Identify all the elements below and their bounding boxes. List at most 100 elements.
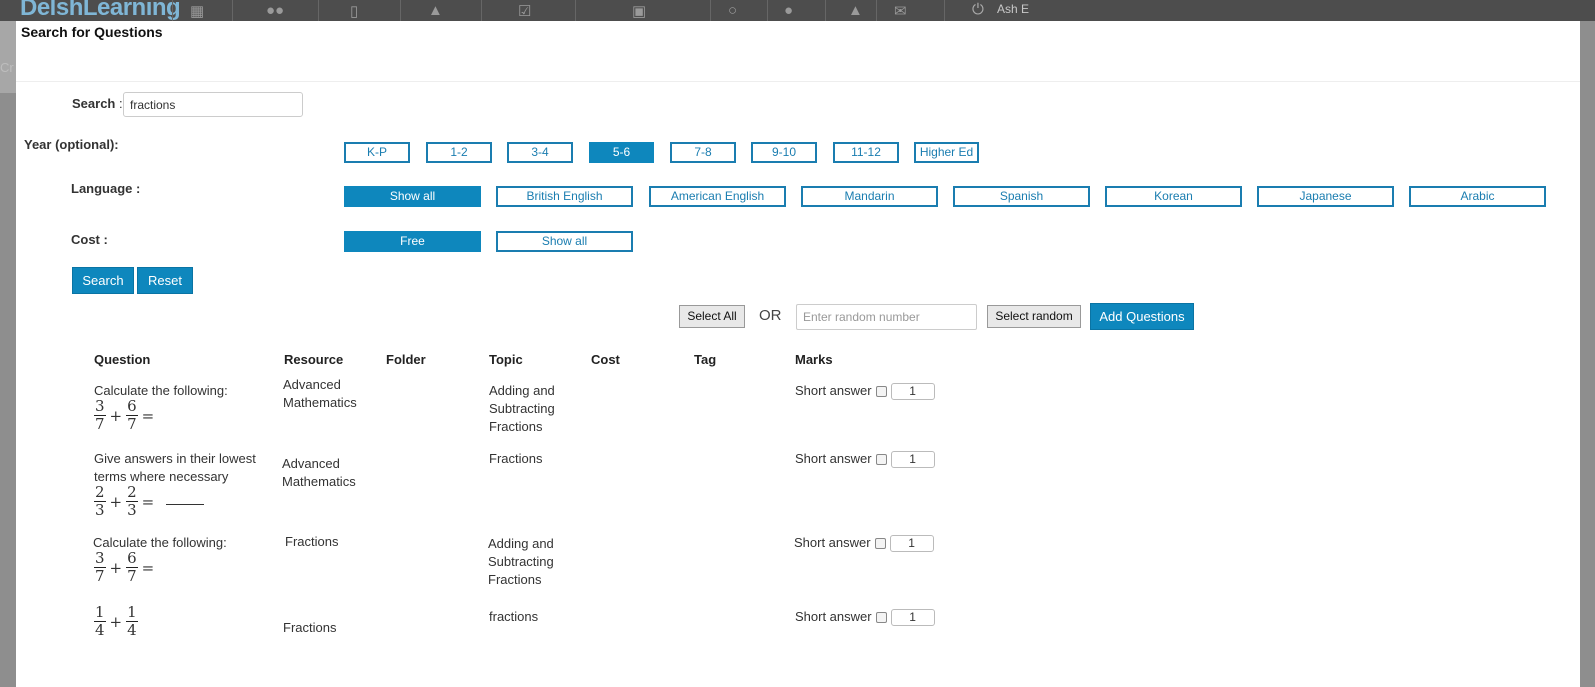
nav-divider (767, 0, 768, 21)
marks-type: Short answer (795, 383, 872, 398)
question-math: 2 3 +2 3 = (94, 483, 205, 519)
language-option-spanish[interactable]: Spanish (953, 186, 1090, 207)
topic-name: Adding and Subtracting Fractions (489, 383, 555, 434)
clipboard-icon[interactable]: ▣ (632, 2, 646, 20)
book-icon[interactable]: ▯ (350, 2, 358, 20)
question-math: 3 7 +6 7 = (94, 397, 155, 433)
graduation-cap-icon[interactable]: ▲ (428, 2, 443, 19)
question-math: 3 7 +6 7 = (94, 549, 155, 585)
marks-cell: Short answer 1 (795, 451, 935, 469)
fraction: 67 (126, 397, 138, 433)
select-all-button[interactable]: Select All (679, 305, 745, 328)
calendar-icon[interactable]: ▦ (190, 2, 204, 20)
modal-title: Search for Questions (21, 24, 163, 40)
language-option-korean[interactable]: Korean (1105, 186, 1242, 207)
header-divider (16, 81, 1580, 82)
column-header-topic: Topic (489, 352, 523, 367)
year-option-3-4[interactable]: 3-4 (507, 142, 573, 163)
column-header-cost: Cost (591, 352, 620, 367)
search-input[interactable] (123, 92, 303, 117)
select-checkbox[interactable] (874, 538, 886, 550)
fraction: 37 (94, 549, 106, 585)
column-header-question: Question (94, 352, 151, 367)
fraction: 23 (94, 483, 106, 519)
year-option-higher-ed[interactable]: Higher Ed (914, 142, 979, 163)
year-option-5-6[interactable]: 5-6 (589, 142, 654, 163)
students-icon[interactable]: ●● (266, 2, 284, 19)
resource-name: Advanced Mathematics (283, 377, 357, 410)
checkbox-icon[interactable]: ☑ (518, 2, 531, 20)
or-separator: OR (759, 307, 782, 324)
nav-divider (172, 0, 173, 21)
search-icon[interactable]: ○ (728, 2, 737, 19)
fraction: 37 (94, 397, 106, 433)
marks-input[interactable]: 1 (890, 383, 935, 401)
topic-name: Adding and Subtracting Fractions (488, 536, 554, 587)
fraction: 23 (126, 483, 138, 519)
language-option-british-english[interactable]: British English (496, 186, 633, 207)
answer-blank (166, 504, 205, 505)
overlay-left (0, 21, 16, 687)
reset-button[interactable]: Reset (137, 267, 193, 294)
year-option-11-12[interactable]: 11-12 (833, 142, 899, 163)
cost-option-free[interactable]: Free (344, 231, 481, 252)
resource-name: Fractions (283, 620, 337, 635)
power-icon[interactable]: ⏻ (972, 1, 984, 18)
marks-cell: Short answer 1 (795, 383, 935, 401)
nav-divider (481, 0, 482, 21)
question-text: Give answers in their lowest terms where … (94, 451, 256, 484)
marks-cell: Short answer 1 (795, 609, 935, 627)
language-label: Language : (71, 181, 141, 196)
search-label: Search : (72, 96, 123, 111)
top-navigation: DelshLearning ▦ ●● ▯ ▲ ☑ ▣ ○ ● ▲ ✉ ⏻ Ash… (0, 0, 1595, 21)
overlay-right (1580, 21, 1595, 687)
language-option-american-english[interactable]: American English (649, 186, 786, 207)
fraction: 14 (126, 603, 138, 639)
nav-divider (400, 0, 401, 21)
select-checkbox[interactable] (875, 612, 887, 624)
language-option-japanese[interactable]: Japanese (1257, 186, 1394, 207)
nav-divider (876, 0, 877, 21)
year-option-k-p[interactable]: K-P (344, 142, 410, 163)
nav-divider (318, 0, 319, 21)
fraction: 14 (94, 603, 106, 639)
mail-icon[interactable]: ✉ (894, 2, 907, 20)
language-option-show-all[interactable]: Show all (344, 186, 481, 207)
fraction: 67 (126, 549, 138, 585)
nav-divider (825, 0, 826, 21)
marks-type: Short answer (795, 609, 872, 624)
marks-input[interactable]: 1 (890, 451, 935, 469)
marks-type: Short answer (794, 535, 871, 550)
nav-divider (710, 0, 711, 21)
select-checkbox[interactable] (875, 454, 887, 466)
language-option-mandarin[interactable]: Mandarin (801, 186, 938, 207)
marks-input[interactable]: 1 (889, 535, 934, 553)
cost-option-show-all[interactable]: Show all (496, 231, 633, 252)
background-header-strip (0, 21, 16, 93)
topic-name: Fractions (489, 451, 543, 466)
language-option-arabic[interactable]: Arabic (1409, 186, 1546, 207)
search-button[interactable]: Search (72, 267, 134, 294)
select-random-button[interactable]: Select random (987, 305, 1081, 328)
resource-name: Advanced Mathematics (282, 456, 356, 489)
cost-label: Cost : (71, 232, 108, 247)
select-checkbox[interactable] (875, 386, 887, 398)
group-icon[interactable]: ● (784, 2, 793, 19)
background-text: Cr (0, 60, 14, 75)
flask-icon[interactable]: ▲ (848, 2, 863, 19)
marks-input[interactable]: 1 (890, 609, 935, 627)
question-math: 1 4 +1 4 (94, 603, 138, 639)
column-header-resource: Resource (284, 352, 344, 367)
random-number-input[interactable] (796, 304, 977, 330)
year-option-1-2[interactable]: 1-2 (426, 142, 492, 163)
marks-cell: Short answer 1 (794, 535, 934, 553)
nav-divider (232, 0, 233, 21)
search-questions-modal: Search for Questions Search : Year (opti… (16, 21, 1580, 687)
year-option-7-8[interactable]: 7-8 (670, 142, 736, 163)
nav-divider (944, 0, 945, 21)
marks-type: Short answer (795, 451, 872, 466)
app-logo: DelshLearning (20, 0, 181, 21)
add-questions-button[interactable]: Add Questions (1090, 303, 1194, 330)
user-name[interactable]: Ash E (997, 2, 1029, 16)
year-option-9-10[interactable]: 9-10 (751, 142, 817, 163)
